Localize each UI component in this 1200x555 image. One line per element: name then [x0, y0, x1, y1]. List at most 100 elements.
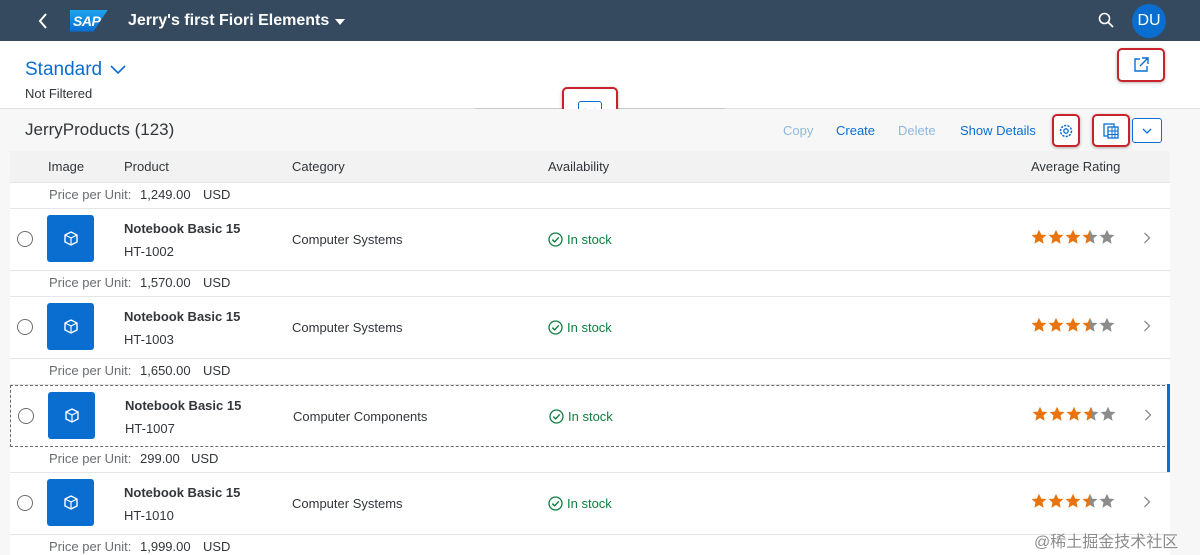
user-avatar[interactable]: DU: [1132, 4, 1166, 38]
search-icon[interactable]: [1098, 12, 1114, 28]
star-icon: [1065, 317, 1081, 332]
star-icon: [1099, 317, 1115, 332]
table-row[interactable]: Notebook Basic 15 HT-1010 Computer Systems…: [10, 473, 1170, 535]
star-icon: [1049, 406, 1065, 421]
product-name: Notebook Basic 15: [124, 485, 241, 500]
column-header-product[interactable]: Product: [124, 159, 169, 174]
export-menu-button[interactable]: [1132, 118, 1162, 143]
star-icon: [1048, 493, 1064, 508]
create-button[interactable]: Create: [836, 123, 875, 138]
export-spreadsheet-icon: [1103, 122, 1119, 139]
column-header-category[interactable]: Category: [292, 159, 345, 174]
rating-stars: [1031, 317, 1115, 333]
product-id: HT-1002: [124, 244, 174, 259]
availability-text: In stock: [568, 409, 613, 424]
price-currency: USD: [203, 539, 231, 554]
product-box-icon: [64, 407, 79, 423]
product-category: Computer Systems: [292, 232, 403, 247]
table-title: JerryProducts (123): [25, 120, 175, 139]
rating-stars: [1031, 493, 1115, 509]
product-id: HT-1010: [124, 508, 174, 523]
table-settings-button[interactable]: [1052, 114, 1080, 147]
star-icon: [1031, 229, 1047, 244]
row-navigation[interactable]: [1143, 231, 1151, 249]
star-icon: [1048, 317, 1064, 332]
selection-indicator: [1167, 384, 1170, 472]
sap-logo[interactable]: SAP: [70, 9, 108, 32]
price-value: 1,650.00: [140, 363, 191, 378]
share-button[interactable]: [1117, 48, 1165, 82]
check-circle-icon: [549, 409, 564, 424]
chevron-right-icon: [1145, 409, 1152, 421]
row-navigation[interactable]: [1143, 319, 1151, 337]
check-circle-icon: [548, 320, 563, 335]
export-button[interactable]: [1092, 114, 1130, 147]
star-icon: [1031, 317, 1047, 332]
product-box-icon: [63, 494, 78, 510]
delete-button[interactable]: Delete: [898, 123, 936, 138]
price-value: 299.00: [140, 451, 180, 466]
column-header-image[interactable]: Image: [48, 159, 84, 174]
star-icon: [1082, 493, 1098, 508]
product-image: [47, 479, 94, 526]
row-navigation[interactable]: [1143, 495, 1151, 513]
price-subrow: Price per Unit: 1,999.00 USD: [10, 535, 1170, 555]
chevron-down-icon: [1142, 128, 1152, 134]
back-button[interactable]: [32, 0, 54, 41]
availability-status: In stock: [548, 320, 612, 335]
price-subrow: Price per Unit: 299.00 USD: [10, 447, 1170, 473]
availability-text: In stock: [567, 320, 612, 335]
chevron-right-icon: [1144, 232, 1151, 244]
app-title-menu[interactable]: Jerry's first Fiori Elements: [128, 12, 346, 30]
product-category: Computer Components: [293, 409, 428, 424]
product-name: Notebook Basic 15: [124, 221, 241, 236]
product-id: HT-1003: [124, 332, 174, 347]
rating-stars: [1031, 229, 1115, 245]
table-row[interactable]: Notebook Basic 15 HT-1007 Computer Compone…: [10, 385, 1170, 447]
product-image: [48, 392, 95, 439]
star-icon: [1082, 317, 1098, 332]
star-icon: [1065, 229, 1081, 244]
show-details-button[interactable]: Show Details: [960, 123, 1036, 138]
star-icon: [1048, 229, 1064, 244]
row-select-radio[interactable]: [17, 495, 33, 511]
filter-status: Not Filtered: [25, 86, 93, 101]
row-navigation[interactable]: [1144, 408, 1152, 426]
star-icon: [1032, 406, 1048, 421]
row-select-radio[interactable]: [18, 408, 34, 424]
star-icon: [1100, 406, 1116, 421]
price-label: Price per Unit:: [49, 275, 132, 290]
price-label: Price per Unit:: [49, 363, 132, 378]
product-box-icon: [63, 318, 78, 334]
price-currency: USD: [203, 275, 231, 290]
table-toolbar: JerryProducts (123) Copy Create Delete S…: [0, 109, 1200, 151]
price-currency: USD: [203, 187, 231, 202]
check-circle-icon: [548, 496, 563, 511]
column-header-average-rating[interactable]: Average Rating: [1031, 159, 1120, 174]
availability-text: In stock: [567, 496, 612, 511]
star-icon: [1066, 406, 1082, 421]
column-header-availability[interactable]: Availability: [548, 159, 609, 174]
star-icon: [1031, 493, 1047, 508]
copy-button[interactable]: Copy: [783, 123, 813, 138]
price-value: 1,570.00: [140, 275, 191, 290]
variant-name: Standard: [25, 59, 103, 80]
share-icon: [1134, 57, 1149, 72]
table-header: Image Product Category Availability Aver…: [10, 151, 1170, 183]
product-name: Notebook Basic 15: [125, 398, 242, 413]
row-select-radio[interactable]: [17, 231, 33, 247]
product-name: Notebook Basic 15: [124, 309, 241, 324]
price-value: 1,999.00: [140, 539, 191, 554]
chevron-right-icon: [1144, 496, 1151, 508]
shell-bar: SAP Jerry's first Fiori Elements DU: [0, 0, 1200, 41]
variant-selector[interactable]: Standard: [25, 59, 126, 81]
price-currency: USD: [203, 363, 231, 378]
table-row[interactable]: Notebook Basic 15 HT-1002 Computer Systems…: [10, 209, 1170, 271]
chevron-left-icon: [38, 12, 47, 29]
availability-status: In stock: [548, 496, 612, 511]
star-icon: [1065, 493, 1081, 508]
table-row[interactable]: Notebook Basic 15 HT-1003 Computer Systems…: [10, 297, 1170, 359]
price-subrow: Price per Unit: 1,650.00 USD: [10, 359, 1170, 385]
row-select-radio[interactable]: [17, 319, 33, 335]
star-icon: [1082, 229, 1098, 244]
